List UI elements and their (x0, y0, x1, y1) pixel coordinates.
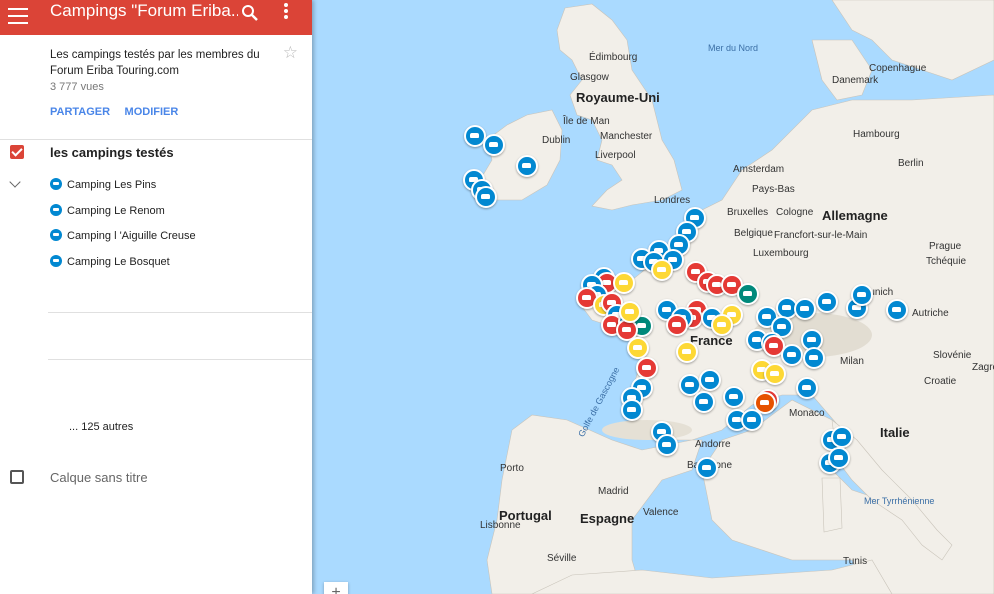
city-label: Séville (547, 553, 577, 564)
city-label: Bruxelles (727, 207, 769, 218)
layer-checkbox[interactable] (10, 145, 24, 159)
country-label: Royaume-Uni (576, 90, 660, 105)
campsite-marker[interactable] (651, 259, 673, 281)
list-item[interactable]: Camping Le Renom (50, 204, 165, 222)
header-bar: Campings "Forum Eriba... (0, 0, 312, 35)
menu-icon[interactable] (8, 3, 28, 27)
list-item[interactable]: Camping Les Pins (50, 178, 156, 196)
campsite-marker[interactable] (723, 386, 745, 408)
country-label: Allemagne (822, 208, 888, 223)
country-label: Espagne (580, 511, 635, 526)
layer-title[interactable]: Calque sans titre (50, 470, 148, 485)
caravan-icon (50, 204, 62, 216)
campsite-marker[interactable] (831, 426, 853, 448)
list-item[interactable]: Camping l 'Aiguille Creuse (50, 229, 196, 247)
city-label: Île de Man (563, 116, 610, 127)
city-label: Hambourg (853, 129, 900, 140)
campsite-marker[interactable] (666, 314, 688, 336)
map-description: Les campings testés par les membres du F… (50, 49, 260, 77)
city-label: Madrid (598, 486, 629, 497)
campsite-marker[interactable] (613, 272, 635, 294)
campsite-marker[interactable] (699, 369, 721, 391)
campsite-marker[interactable] (851, 284, 873, 306)
city-label: Manchester (600, 131, 653, 142)
city-label: Londres (654, 195, 691, 206)
layer-title[interactable]: les campings testés (50, 145, 174, 160)
campsite-marker[interactable] (676, 341, 698, 363)
country-label: Italie (880, 425, 910, 440)
city-label: Prague (929, 241, 962, 252)
campsite-marker[interactable] (636, 357, 658, 379)
more-options-icon[interactable] (280, 1, 292, 23)
more-items-link[interactable]: ... 125 autres (69, 421, 133, 433)
city-label: Danemark (832, 75, 879, 86)
city-label: Francfort-sur-le-Main (774, 230, 868, 241)
divider (0, 139, 312, 140)
city-label: Slovénie (933, 350, 972, 361)
divider (48, 312, 312, 313)
city-label: Copenhague (869, 63, 927, 74)
map-canvas[interactable]: Royaume-Uni Allemagne France Espagne Portuga… (312, 0, 994, 594)
campsite-marker[interactable] (781, 344, 803, 366)
city-label: Édimbourg (589, 52, 638, 63)
city-label: Liverpool (595, 150, 636, 161)
city-label: Berlin (898, 158, 924, 169)
city-label: Tunis (843, 556, 868, 567)
edit-button[interactable]: MODIFIER (125, 106, 179, 118)
divider (48, 359, 312, 360)
campsite-marker[interactable] (711, 314, 733, 336)
campsite-marker[interactable] (828, 447, 850, 469)
city-label: Croatie (924, 376, 957, 387)
caravan-icon (50, 229, 62, 241)
campsite-marker[interactable] (619, 301, 641, 323)
chevron-down-icon[interactable] (9, 176, 21, 188)
campsite-marker[interactable] (764, 363, 786, 385)
campsite-marker[interactable] (816, 291, 838, 313)
city-label: Belgique (734, 228, 773, 239)
city-label: Andorre (695, 439, 731, 450)
campsite-marker[interactable] (656, 434, 678, 456)
campsite-marker[interactable] (693, 391, 715, 413)
campsite-marker[interactable] (794, 298, 816, 320)
city-label: Amsterdam (733, 164, 785, 175)
search-icon[interactable] (241, 2, 259, 24)
list-item[interactable]: Camping Le Bosquet (50, 255, 170, 273)
side-panel: Campings "Forum Eriba... Les campings te… (0, 0, 312, 594)
campsite-marker[interactable] (886, 299, 908, 321)
city-label: Milan (840, 356, 864, 367)
sea-label: Mer du Nord (708, 43, 759, 53)
share-button[interactable]: PARTAGER (50, 106, 110, 118)
city-label: Autriche (912, 308, 949, 319)
campsite-marker[interactable] (696, 457, 718, 479)
campsite-marker[interactable] (737, 283, 759, 305)
caravan-icon (50, 178, 62, 190)
map-title[interactable]: Campings "Forum Eriba... (50, 1, 238, 21)
city-label: Lisbonne (480, 520, 521, 531)
star-icon[interactable]: ☆ (283, 43, 298, 63)
campsite-marker[interactable] (803, 347, 825, 369)
campsite-marker[interactable] (796, 377, 818, 399)
city-label: Luxembourg (753, 248, 809, 259)
view-count: 3 777 vues (50, 81, 104, 93)
city-label: Tchéquie (926, 256, 967, 267)
caravan-icon (50, 255, 62, 267)
city-label: Valence (643, 507, 679, 518)
sea-label: Mer Tyrrhénienne (864, 496, 935, 506)
city-label: Zagreb (972, 362, 994, 373)
city-label: Pays-Bas (752, 184, 795, 195)
map-info: Les campings testés par les membres du F… (0, 35, 312, 127)
campsite-marker[interactable] (475, 186, 497, 208)
zoom-in-button[interactable]: + (324, 582, 348, 594)
city-label: Glasgow (570, 72, 609, 83)
campsite-marker[interactable] (621, 399, 643, 421)
campsite-marker[interactable] (741, 409, 763, 431)
campsite-marker[interactable] (516, 155, 538, 177)
city-label: Porto (500, 463, 524, 474)
city-label: Dublin (542, 135, 571, 146)
campsite-marker[interactable] (627, 337, 649, 359)
layer-checkbox[interactable] (10, 470, 24, 484)
city-label: Cologne (776, 207, 814, 218)
city-label: Monaco (789, 408, 825, 419)
campsite-marker[interactable] (483, 134, 505, 156)
